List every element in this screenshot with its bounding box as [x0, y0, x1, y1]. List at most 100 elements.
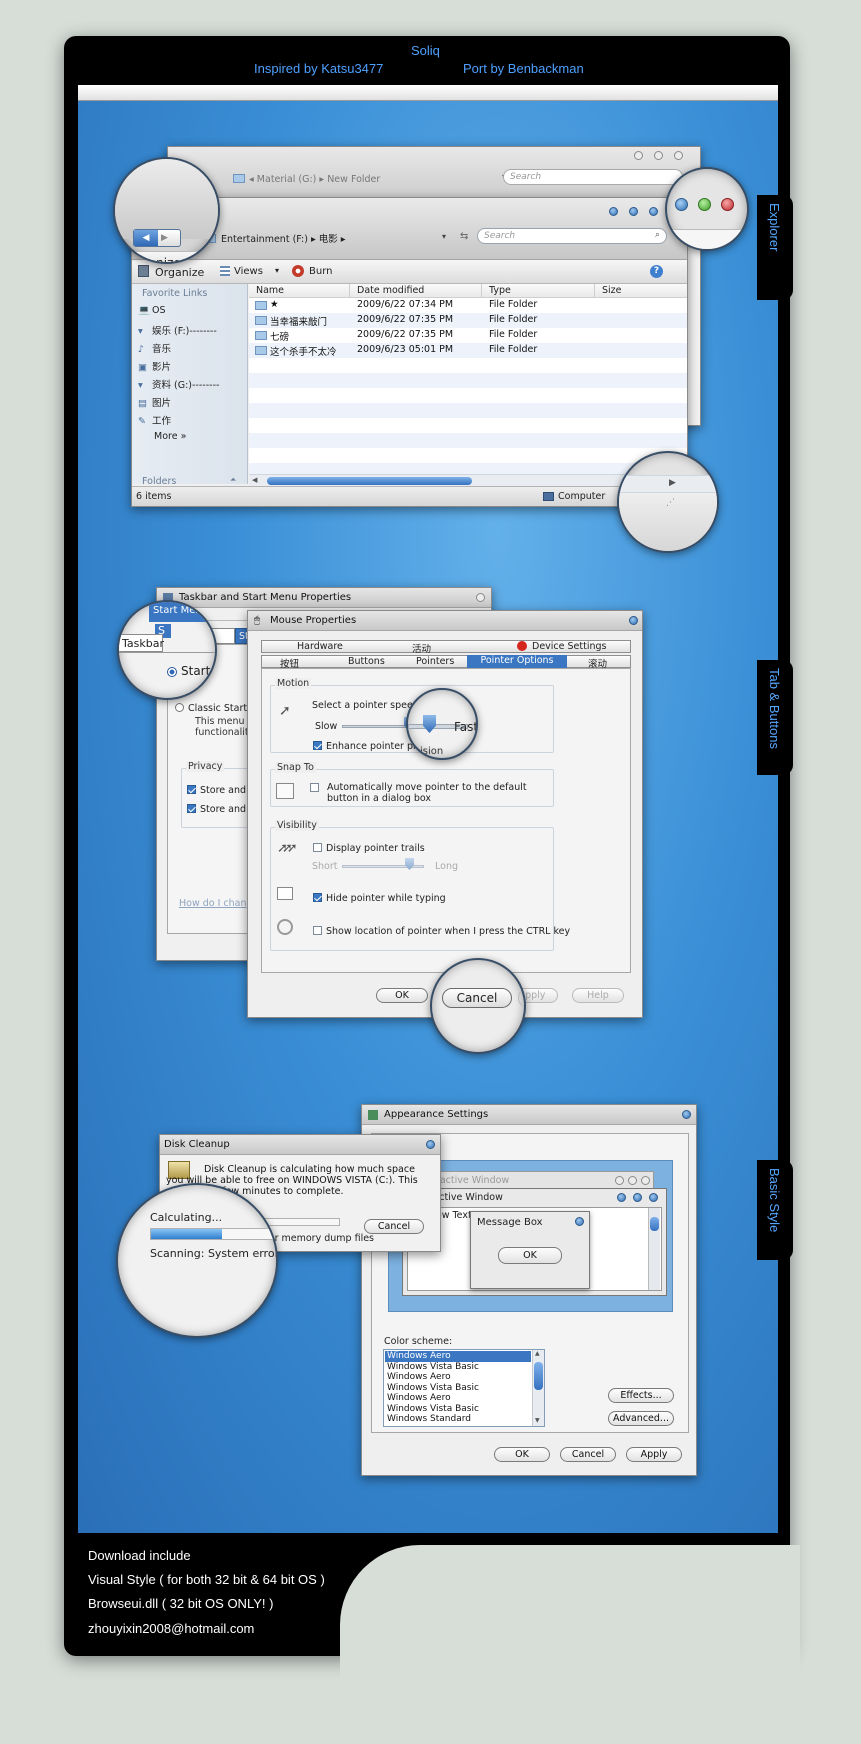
search-icon[interactable]: ⌕	[655, 230, 660, 240]
maximize-button[interactable]	[629, 207, 638, 216]
scrollbar-thumb[interactable]	[267, 477, 472, 485]
nav-item[interactable]: 💻 OS	[138, 305, 246, 323]
breadcrumb-back-folder[interactable]: New Folder	[327, 174, 380, 185]
close-button[interactable]	[426, 1140, 435, 1149]
list-item[interactable]: Windows Vista Basic	[385, 1362, 531, 1373]
scroll-up-icon[interactable]: ▲	[535, 1350, 540, 1357]
computer-icon	[543, 492, 554, 501]
magnifier-disk-progress: Calculating... Scanning: System error me…	[116, 1183, 278, 1338]
nav-item[interactable]: ▾ 资料 (G:)--------	[138, 377, 246, 395]
close-button[interactable]	[476, 593, 485, 602]
favorite-links-heading: Favorite Links	[142, 288, 208, 299]
more-link[interactable]: More »	[138, 431, 246, 449]
list-item[interactable]: Windows Aero	[385, 1351, 531, 1362]
menu-bar	[78, 85, 778, 101]
preview-ok-button[interactable]: OK	[498, 1247, 562, 1264]
tab-tab-buttons[interactable]: Tab & Buttons	[757, 660, 793, 775]
effects-button[interactable]: Effects...	[608, 1388, 674, 1403]
folder-icon	[255, 301, 267, 310]
store-checkbox-2[interactable]: Store and d	[187, 804, 255, 815]
nav-item[interactable]: ▣ 影片	[138, 359, 246, 377]
chevron-up-icon[interactable]: ⏶	[230, 475, 236, 485]
appearance-icon	[368, 1110, 378, 1120]
tab-pointer-options[interactable]: Pointer Options	[467, 655, 567, 668]
nav-item[interactable]: ✎ 工作	[138, 413, 246, 431]
list-item[interactable]: Windows Standard	[385, 1414, 531, 1425]
list-item[interactable]: Windows Vista Basic	[385, 1383, 531, 1394]
apply-button[interactable]: Apply	[626, 1447, 682, 1462]
ok-button[interactable]: OK	[376, 988, 428, 1003]
select-speed-label: Select a pointer speed:	[312, 700, 423, 711]
table-row[interactable]: 当幸福来敲门 2009/6/22 07:35 PM File Folder	[249, 313, 687, 328]
location-label: Computer	[558, 491, 606, 502]
tab-hardware[interactable]: Hardware	[297, 641, 343, 652]
views-icon	[220, 266, 230, 276]
scroll-down-icon[interactable]: ▼	[535, 1417, 540, 1424]
tab-activity[interactable]: 活动	[412, 641, 431, 655]
window-title: Appearance Settings	[384, 1109, 489, 1120]
nav-item[interactable]: ♪ 音乐	[138, 341, 246, 359]
list-item[interactable]: Windows Aero	[385, 1393, 531, 1404]
minimize-button[interactable]	[609, 207, 618, 216]
footer-line-1: Download include	[88, 1548, 191, 1563]
cancel-button[interactable]: Cancel	[364, 1219, 424, 1234]
ok-button[interactable]: OK	[494, 1447, 550, 1462]
organize-button[interactable]: Organize	[155, 266, 204, 279]
list-item[interactable]: Windows Vista Basic	[385, 1404, 531, 1415]
magnifier-speed-slider: Fast ision	[406, 688, 478, 760]
breadcrumb-folder[interactable]: 电影	[319, 234, 338, 245]
cancel-button[interactable]: Cancel	[560, 1447, 616, 1462]
table-row[interactable]: ★ 2009/6/22 07:34 PM File Folder	[249, 298, 687, 313]
help-icon[interactable]: ?	[650, 265, 663, 278]
explorer-window: ◀ ▶ Entertainment (F:) ▸ 电影 ▸ ▾ ⇆ Search…	[131, 197, 688, 507]
tab-buttons[interactable]: Buttons	[348, 656, 385, 667]
search-input[interactable]: Search ⌕	[477, 228, 667, 244]
nav-item[interactable]: ▾ 娱乐 (F:)--------	[138, 323, 246, 341]
column-type[interactable]: Type	[489, 285, 511, 296]
close-button[interactable]	[682, 1110, 691, 1119]
close-button[interactable]	[629, 616, 638, 625]
footer-line-3: Browseui.dll ( 32 bit OS ONLY! )	[88, 1596, 274, 1611]
advanced-button[interactable]: Advanced...	[608, 1411, 674, 1426]
table-row[interactable]: 七磅 2009/6/22 07:35 PM File Folder	[249, 328, 687, 343]
breadcrumb-back-drive[interactable]: Material (G:)	[257, 174, 317, 185]
pointer-trails-checkbox[interactable]: Display pointer trails	[313, 843, 425, 854]
navigation-pane: Favorite Links 💻 OS ▾ 娱乐 (F:)-------- ♪ 音乐 ▣ 影片…	[132, 284, 248, 487]
scrollbar-thumb[interactable]	[534, 1362, 543, 1390]
views-button[interactable]: Views	[234, 266, 263, 277]
burn-button[interactable]: Burn	[309, 266, 332, 277]
mouse-properties-window: 🖱 Mouse Properties Hardware 活动 Device Se…	[247, 610, 643, 1018]
show-location-checkbox[interactable]: Show location of pointer when I press th…	[313, 926, 570, 937]
column-date[interactable]: Date modified	[357, 285, 424, 296]
color-scheme-label: Color scheme:	[384, 1336, 453, 1347]
breadcrumb-drive[interactable]: Entertainment (F:)	[221, 234, 308, 245]
table-row[interactable]: 这个杀手不太冷 2009/6/23 05:01 PM File Folder	[249, 343, 687, 358]
refresh-icon[interactable]: ⇆	[460, 231, 468, 242]
list-item[interactable]: Windows Aero	[385, 1372, 531, 1383]
footer-email: zhouyixin2008@hotmail.com	[88, 1621, 255, 1636]
scroll-left-icon[interactable]: ◀	[252, 476, 257, 484]
window-title: Disk Cleanup	[164, 1139, 230, 1150]
tab-row-1: Hardware 活动 Device Settings	[261, 640, 631, 655]
search-input-back[interactable]: Search	[503, 169, 683, 185]
tab-device-settings[interactable]: Device Settings	[532, 641, 606, 652]
tab-pointers[interactable]: Pointers	[416, 656, 454, 667]
window-title: Mouse Properties	[270, 615, 357, 626]
store-checkbox-1[interactable]: Store and d	[187, 785, 255, 796]
column-size[interactable]: Size	[602, 285, 622, 296]
color-scheme-list[interactable]: Windows Aero Windows Vista Basic Windows A…	[383, 1349, 545, 1427]
column-name[interactable]: Name	[256, 285, 284, 296]
nav-item[interactable]: ▤ 图片	[138, 395, 246, 413]
snap-to-checkbox[interactable]	[310, 783, 319, 792]
help-button[interactable]: Help	[572, 988, 624, 1003]
inspired-credit: Inspired by Katsu3477	[254, 61, 384, 76]
chevron-down-icon[interactable]: ▾	[442, 232, 446, 241]
device-icon	[517, 641, 527, 651]
tab-explorer[interactable]: Explorer	[757, 195, 793, 300]
magnifier-window-buttons	[665, 167, 749, 251]
hide-pointer-checkbox[interactable]: Hide pointer while typing	[313, 893, 446, 904]
tab-row-2: 按钮 Buttons Pointers Pointer Options 滚动	[261, 655, 631, 670]
close-button[interactable]	[649, 207, 658, 216]
tab-basic-style[interactable]: Basic Style	[757, 1160, 793, 1260]
file-list: Name Date modified Type Size ★ 2009/6/22 …	[249, 284, 687, 486]
